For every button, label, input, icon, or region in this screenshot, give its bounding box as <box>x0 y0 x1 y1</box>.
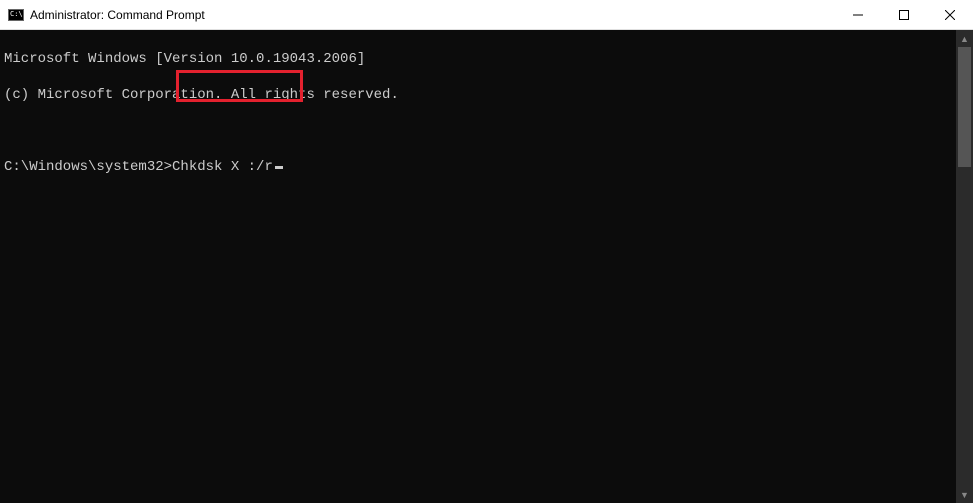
close-icon <box>945 10 955 20</box>
terminal-blank-line <box>4 122 952 140</box>
scrollbar-down-arrow-icon[interactable]: ▼ <box>956 486 973 503</box>
terminal-line: Microsoft Windows [Version 10.0.19043.20… <box>4 50 952 68</box>
cmd-icon: C:\ <box>8 7 24 23</box>
terminal-line: (c) Microsoft Corporation. All rights re… <box>4 86 952 104</box>
window-controls <box>835 0 973 29</box>
maximize-button[interactable] <box>881 0 927 29</box>
typed-command: Chkdsk X :/r <box>172 159 273 175</box>
scrollbar-up-arrow-icon[interactable]: ▲ <box>956 30 973 47</box>
terminal-area: Microsoft Windows [Version 10.0.19043.20… <box>0 30 973 503</box>
prompt-path: C:\Windows\system32> <box>4 159 172 175</box>
minimize-icon <box>853 10 863 20</box>
prompt-line: C:\Windows\system32>Chkdsk X :/r <box>4 158 952 176</box>
maximize-icon <box>899 10 909 20</box>
minimize-button[interactable] <box>835 0 881 29</box>
command-prompt-window: C:\ Administrator: Command Prompt Micros… <box>0 0 973 503</box>
text-cursor <box>275 166 283 169</box>
terminal[interactable]: Microsoft Windows [Version 10.0.19043.20… <box>0 30 956 503</box>
close-button[interactable] <box>927 0 973 29</box>
titlebar[interactable]: C:\ Administrator: Command Prompt <box>0 0 973 30</box>
vertical-scrollbar[interactable]: ▲ ▼ <box>956 30 973 503</box>
window-title: Administrator: Command Prompt <box>30 8 835 22</box>
scrollbar-thumb[interactable] <box>958 47 971 167</box>
